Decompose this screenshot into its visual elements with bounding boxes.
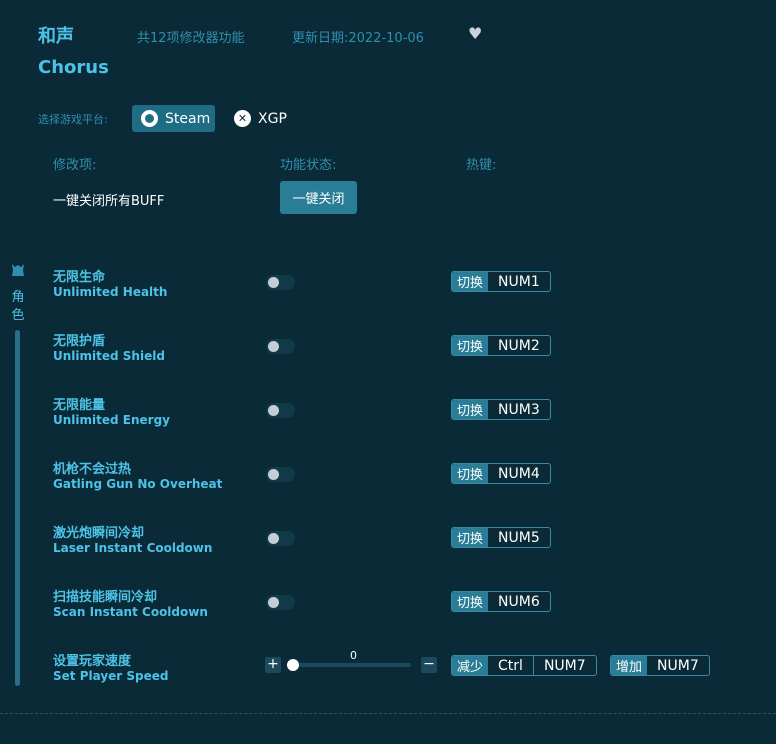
hotkey-action: 切换 xyxy=(452,400,489,419)
hotkey-action: 切换 xyxy=(452,464,489,483)
platform-steam-button[interactable]: Steam xyxy=(132,105,215,132)
feature-count: 共12项修改器功能 xyxy=(137,31,245,46)
steam-icon xyxy=(141,110,158,127)
sidebar-category-label[interactable]: 角 色 xyxy=(10,289,26,325)
hotkey-action: 切换 xyxy=(452,592,489,611)
sidebar-category-char-1: 角 xyxy=(11,290,25,305)
speed-value: 0 xyxy=(350,649,357,662)
speed-increase-hotkey[interactable]: 增加 NUM7 xyxy=(610,655,710,676)
hotkey-binding[interactable]: 切换 NUM5 xyxy=(451,527,551,548)
hotkey-action: 增加 xyxy=(611,656,648,675)
toggle-knob xyxy=(268,341,279,352)
xbox-icon xyxy=(234,110,251,127)
hotkey-key: NUM7 xyxy=(657,657,699,674)
hotkey-binding[interactable]: 切换 NUM1 xyxy=(451,271,551,292)
hotkey-binding[interactable]: 切换 NUM6 xyxy=(451,591,551,612)
platform-xgp-label: XGP xyxy=(258,110,287,127)
option-label-en: Unlimited Energy xyxy=(53,413,170,427)
speed-slider-track[interactable] xyxy=(293,663,411,667)
game-title-en: Chorus xyxy=(38,57,109,78)
speed-decrease-button[interactable]: − xyxy=(421,657,437,673)
toggle-knob xyxy=(268,277,279,288)
game-title-cn: 和声 xyxy=(38,26,74,47)
hotkey-action: 切换 xyxy=(452,272,489,291)
hotkey-binding[interactable]: 切换 NUM3 xyxy=(451,399,551,420)
option-label-en: Unlimited Shield xyxy=(53,349,165,363)
column-header-status: 功能状态: xyxy=(280,158,337,173)
update-date: 更新日期:2022-10-06 xyxy=(292,31,424,46)
platform-steam-label: Steam xyxy=(165,110,211,127)
speed-decrease-hotkey[interactable]: 减少 Ctrl NUM7 xyxy=(451,655,597,676)
option-label-cn: 无限能量 xyxy=(53,398,106,413)
option-label-en: Gatling Gun No Overheat xyxy=(53,477,223,491)
column-header-option: 修改项: xyxy=(53,158,97,173)
hotkey-key: NUM6 xyxy=(498,593,540,610)
hotkey-action: 减少 xyxy=(452,656,489,675)
option-label-en: Scan Instant Cooldown xyxy=(53,605,208,619)
hotkey-action: 切换 xyxy=(452,528,489,547)
hotkey-key: NUM2 xyxy=(498,337,540,354)
toggle-knob xyxy=(268,469,279,480)
option-toggle[interactable] xyxy=(266,531,295,546)
platform-xgp-button[interactable]: XGP xyxy=(234,105,304,132)
character-icon xyxy=(12,264,24,276)
hotkey-binding[interactable]: 切换 NUM2 xyxy=(451,335,551,356)
option-toggle[interactable] xyxy=(266,595,295,610)
option-label-cn: 机枪不会过热 xyxy=(53,462,132,477)
option-label-cn: 激光炮瞬间冷却 xyxy=(53,526,145,541)
speed-label-cn: 设置玩家速度 xyxy=(53,654,132,669)
speed-increase-button[interactable]: + xyxy=(265,657,281,673)
sidebar-scrollbar[interactable] xyxy=(15,330,20,686)
option-label-cn: 无限护盾 xyxy=(53,334,106,349)
option-label-en: Laser Instant Cooldown xyxy=(53,541,213,555)
option-label-cn: 扫描技能瞬间冷却 xyxy=(53,590,158,605)
sidebar-category-char-2: 色 xyxy=(11,308,25,323)
toggle-knob xyxy=(268,533,279,544)
column-header-hotkey: 热键: xyxy=(466,158,497,173)
option-toggle[interactable] xyxy=(266,339,295,354)
hotkey-key: NUM1 xyxy=(498,273,540,290)
hotkey-key: NUM7 xyxy=(532,656,596,675)
footer-divider xyxy=(0,713,776,714)
hotkey-key: NUM5 xyxy=(498,529,540,546)
platform-label: 选择游戏平台: xyxy=(38,113,108,126)
toggle-knob xyxy=(268,597,279,608)
hotkey-modifier: Ctrl xyxy=(498,657,523,674)
heart-icon[interactable]: ♥ xyxy=(468,25,486,43)
option-label-en: Unlimited Health xyxy=(53,285,168,299)
hotkey-key: NUM4 xyxy=(498,465,540,482)
option-label-cn: 无限生命 xyxy=(53,270,106,285)
speed-slider-handle[interactable] xyxy=(287,659,299,671)
speed-label-en: Set Player Speed xyxy=(53,669,169,683)
disable-all-label: 一键关闭所有BUFF xyxy=(53,194,165,209)
disable-all-button[interactable]: 一键关闭 xyxy=(280,181,357,214)
option-toggle[interactable] xyxy=(266,275,295,290)
option-toggle[interactable] xyxy=(266,467,295,482)
hotkey-action: 切换 xyxy=(452,336,489,355)
hotkey-key: NUM3 xyxy=(498,401,540,418)
option-toggle[interactable] xyxy=(266,403,295,418)
toggle-knob xyxy=(268,405,279,416)
hotkey-binding[interactable]: 切换 NUM4 xyxy=(451,463,551,484)
